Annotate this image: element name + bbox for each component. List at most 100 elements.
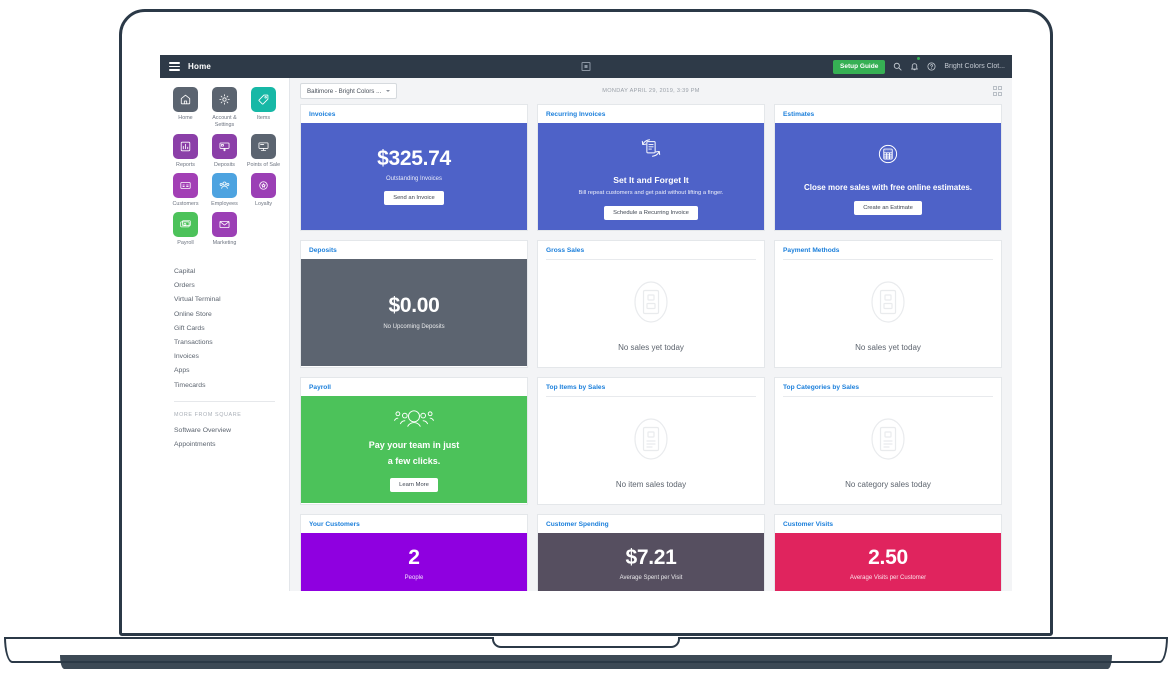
page-title: Home [188, 62, 212, 71]
metric-value: $325.74 [377, 146, 451, 170]
create-an-estimate-button[interactable]: Create an Estimate [854, 200, 922, 215]
tile-label: Customers [172, 200, 199, 207]
help-circle-icon[interactable] [927, 62, 936, 71]
card-body: Set It and Forget It Bill repeat custome… [538, 123, 764, 230]
promo-headline-line1: Pay your team in just [368, 440, 460, 451]
left-sidebar: Home Account & Settings Items Reports De… [160, 78, 290, 591]
learn-more-button[interactable]: Learn More [390, 477, 438, 492]
empty-receipt-icon [629, 275, 673, 334]
card-body: $0.00 No Upcoming Deposits [301, 259, 527, 366]
envelope-icon [212, 212, 237, 238]
tile-label: Account & Settings [212, 115, 237, 129]
metric-value: 2 [408, 545, 420, 569]
sidebar-tile-payroll[interactable]: Payroll [166, 212, 205, 250]
hamburger-icon[interactable] [169, 60, 180, 73]
card-title[interactable]: Invoices [301, 105, 527, 123]
card-your-customers: Your Customers 2 People [300, 514, 528, 591]
metric-caption: Average Spent per Visit [619, 575, 683, 582]
gear-icon [212, 87, 237, 112]
sidebar-tile-account-settings[interactable]: Account & Settings [205, 87, 244, 133]
search-icon[interactable] [893, 62, 902, 71]
sidebar-tile-marketing[interactable]: Marketing [205, 212, 244, 250]
sidebar-tile-items[interactable]: Items [244, 87, 283, 133]
empty-receipt-icon [866, 275, 910, 334]
sidebar-section-title: MORE FROM SQUARE [174, 412, 242, 419]
card-title[interactable]: Payment Methods [783, 241, 993, 260]
card-title[interactable]: Customer Visits [775, 515, 1001, 533]
sidebar-tile-employees[interactable]: Employees [205, 172, 244, 211]
sidebar-tile-points-of-sale[interactable]: Points of Sale [244, 133, 283, 172]
metric-caption: No Upcoming Deposits [383, 323, 445, 330]
content-toolbar: Baltimore - Bright Colors ... MONDAY APR… [290, 78, 1012, 104]
sidebar-item-capital[interactable]: Capital [174, 264, 289, 278]
sidebar-tile-deposits[interactable]: Deposits [205, 133, 244, 172]
sidebar-item-apps[interactable]: Apps [174, 364, 289, 378]
send-an-invoice-button[interactable]: Send an Invoice [384, 191, 444, 206]
dashboard-app-window: Home Setup Guide Bright Colors Clot... H… [160, 55, 1012, 591]
sidebar-item-appointments[interactable]: Appointments [174, 437, 289, 451]
card-body: Close more sales with free online estima… [775, 123, 1001, 230]
card-title[interactable]: Your Customers [301, 515, 527, 533]
card-title[interactable]: Recurring Invoices [538, 105, 764, 123]
location-selector[interactable]: Baltimore - Bright Colors ... [300, 83, 398, 99]
sidebar-item-transactions[interactable]: Transactions [174, 335, 289, 349]
tile-label: Payroll [177, 240, 194, 247]
card-title[interactable]: Deposits [301, 241, 527, 259]
setup-guide-button[interactable]: Setup Guide [833, 59, 886, 74]
recurring-invoice-icon [636, 133, 666, 168]
card-body: 2.50 Average Visits per Customer [775, 533, 1001, 591]
card-invoices: Invoices $325.74 Outstanding Invoices Se… [300, 104, 528, 231]
account-name[interactable]: Bright Colors Clot... [944, 63, 1005, 70]
shortcut-tile-grid: Home Account & Settings Items Reports De… [160, 87, 289, 250]
star-badge-icon [251, 172, 276, 198]
empty-state-text: No sales yet today [618, 343, 684, 352]
current-datetime: MONDAY APRIL 29, 2019, 3:39 PM [602, 88, 700, 94]
card-title[interactable]: Top Items by Sales [546, 378, 756, 397]
deposit-icon [212, 133, 237, 159]
monitor-icon [251, 133, 276, 159]
card-body: 2 People [301, 533, 527, 591]
calculator-icon [873, 139, 903, 174]
schedule-recurring-invoice-button[interactable]: Schedule a Recurring Invoice [604, 206, 698, 221]
card-title[interactable]: Payroll [301, 378, 527, 396]
card-title[interactable]: Gross Sales [546, 241, 756, 260]
sidebar-tile-reports[interactable]: Reports [166, 133, 205, 172]
sidebar-nav-list: Capital Orders Virtual Terminal Online S… [160, 250, 289, 451]
notification-dot [917, 56, 921, 60]
sidebar-item-online-store[interactable]: Online Store [174, 307, 289, 321]
card-title[interactable]: Estimates [775, 105, 1001, 123]
people-icon [212, 172, 237, 198]
card-body: Pay your team in just a few clicks. Lear… [301, 396, 527, 503]
empty-state-text: No category sales today [845, 480, 931, 489]
sidebar-item-orders[interactable]: Orders [174, 279, 289, 293]
promo-subtext: Bill repeat customers and get paid witho… [578, 189, 724, 196]
id-card-icon [173, 172, 198, 198]
topbar-actions: Setup Guide Bright Colors Clot... [833, 56, 1012, 76]
tile-label: Employees [211, 200, 238, 207]
sidebar-item-virtual-terminal[interactable]: Virtual Terminal [174, 293, 289, 307]
sidebar-tile-loyalty[interactable]: Loyalty [244, 172, 283, 211]
tile-label: Home [178, 115, 193, 121]
laptop-base-lip [60, 655, 1112, 669]
location-selector-label: Baltimore - Bright Colors ... [307, 87, 382, 95]
card-title[interactable]: Customer Spending [538, 515, 764, 533]
square-icon [581, 62, 591, 71]
tile-label: Loyalty [254, 200, 273, 207]
empty-receipt-icon [866, 412, 910, 471]
promo-headline: Set It and Forget It [613, 174, 689, 185]
team-people-icon [392, 407, 436, 438]
tile-label: Reports [176, 161, 195, 168]
card-title[interactable]: Top Categories by Sales [783, 378, 993, 397]
sidebar-item-software-overview[interactable]: Software Overview [174, 423, 289, 437]
sidebar-item-timecards[interactable]: Timecards [174, 378, 289, 392]
card-deposits: Deposits $0.00 No Upcoming Deposits [300, 240, 528, 368]
sidebar-item-gift-cards[interactable]: Gift Cards [174, 321, 289, 335]
sidebar-tile-customers[interactable]: Customers [166, 172, 205, 211]
sidebar-tile-home[interactable]: Home [166, 87, 205, 133]
tile-label: Items [256, 115, 271, 121]
bell-icon[interactable] [910, 56, 921, 76]
chevron-down-icon [386, 90, 391, 92]
sidebar-item-invoices[interactable]: Invoices [174, 350, 289, 364]
grid-2x2-icon[interactable] [992, 86, 1002, 96]
card-top-categories-by-sales: Top Categories by Sales No category sale… [774, 377, 1002, 505]
